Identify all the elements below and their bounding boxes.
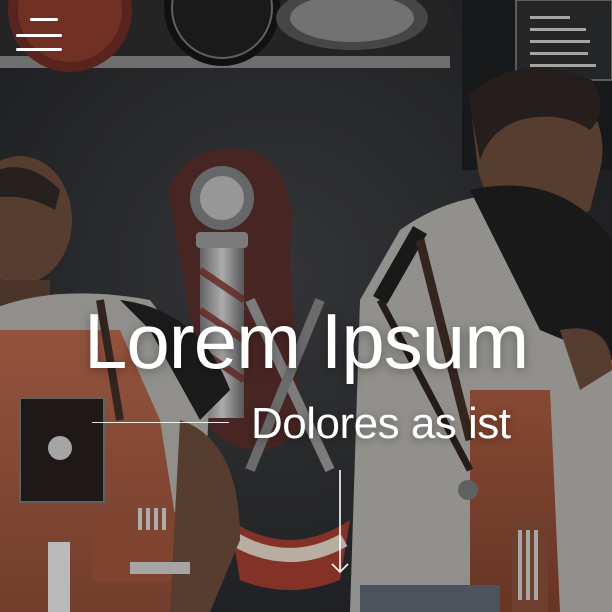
menu-bar-top (30, 18, 58, 21)
menu-bar-middle (16, 34, 62, 37)
hero-title: Lorem Ipsum (84, 297, 529, 385)
hamburger-menu-icon[interactable] (14, 14, 64, 54)
hero-subtitle: Dolores as ist (251, 399, 511, 448)
subtitle-divider (92, 422, 229, 423)
hero-section: Lorem Ipsum Dolores as ist (0, 0, 612, 612)
menu-bar-bottom (16, 48, 62, 51)
arrow-down-icon[interactable] (330, 470, 350, 578)
